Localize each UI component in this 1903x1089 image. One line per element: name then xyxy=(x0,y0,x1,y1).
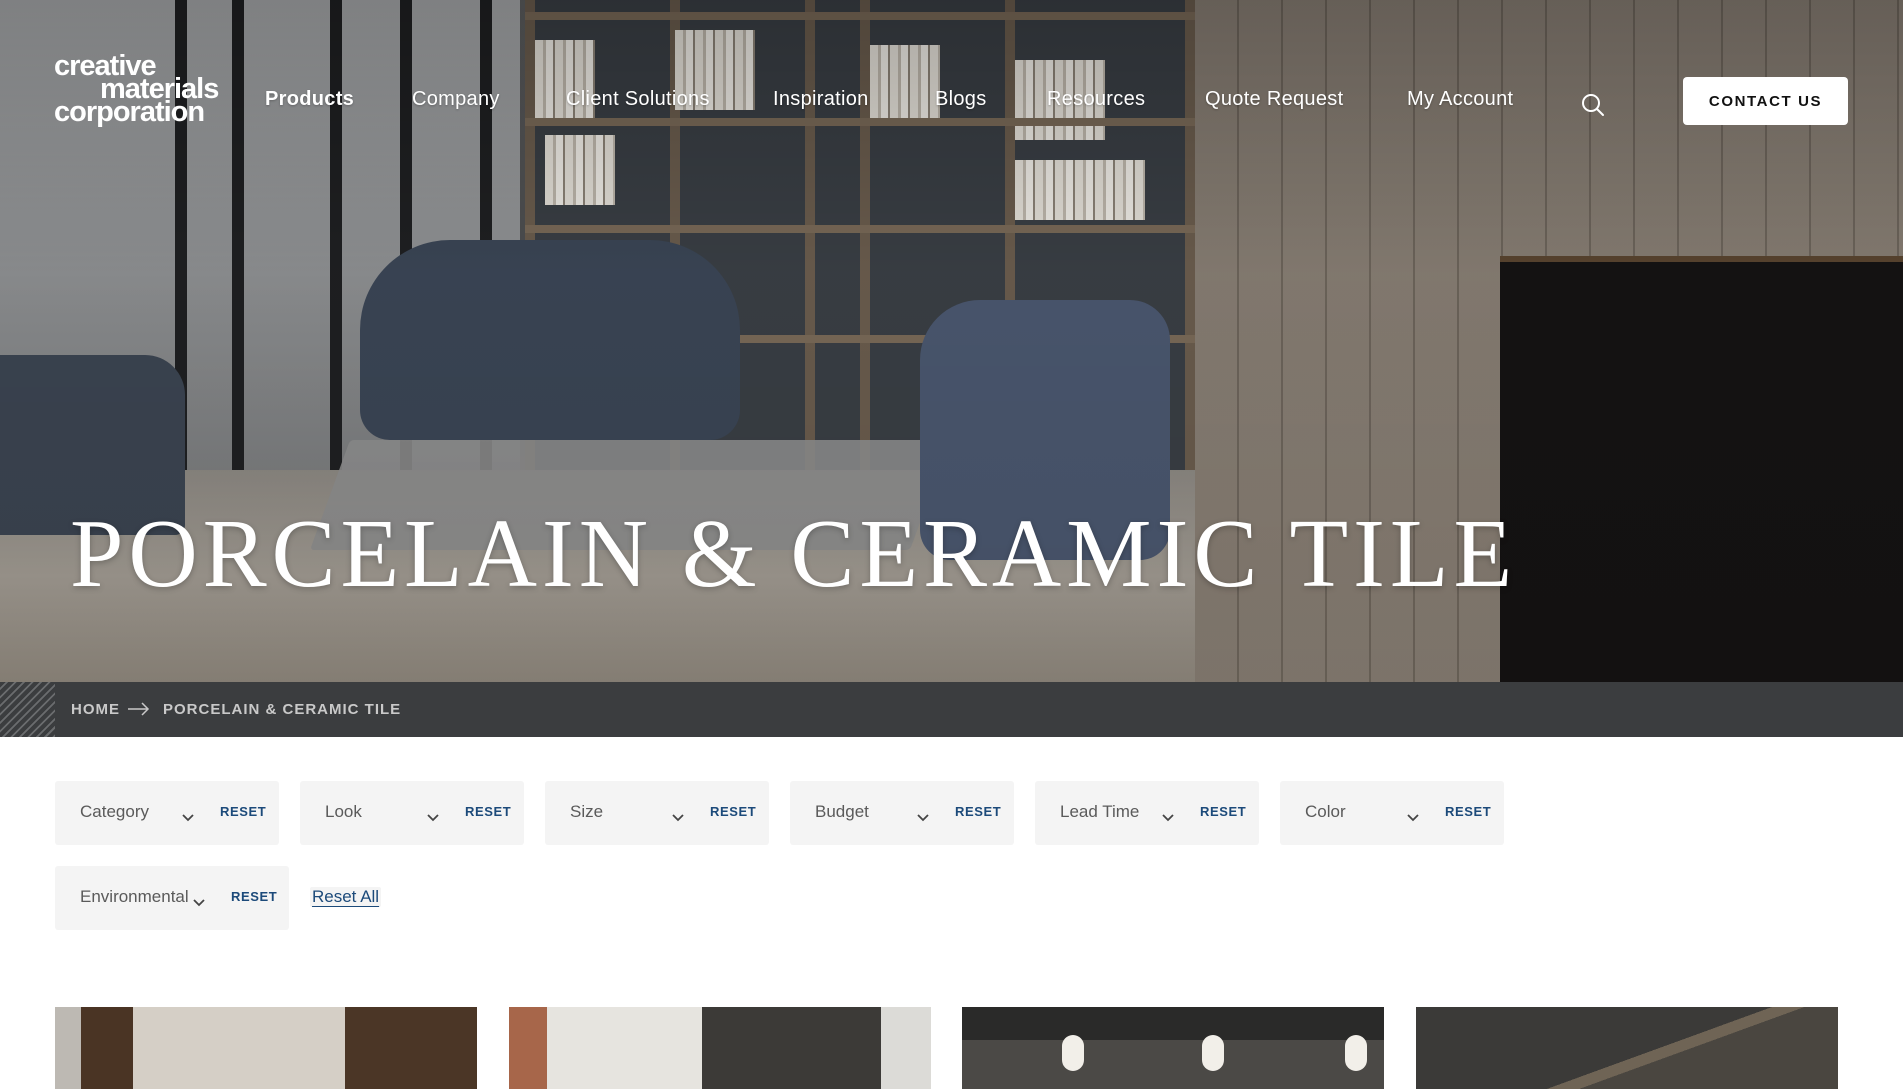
filter-label[interactable]: Look xyxy=(325,802,362,822)
nav-item-quote-request[interactable]: Quote Request xyxy=(1205,88,1343,111)
chevron-down-icon[interactable] xyxy=(1162,809,1174,822)
breadcrumb-current: PORCELAIN & CERAMIC TILE xyxy=(163,701,402,718)
nav-item-company[interactable]: Company xyxy=(412,88,500,111)
page-title: PORCELAIN & CERAMIC TILE xyxy=(70,500,1518,608)
filter-label[interactable]: Size xyxy=(570,802,603,822)
filter-lead-time[interactable]: Lead Time RESET xyxy=(1035,781,1259,845)
chevron-down-icon[interactable] xyxy=(917,809,929,822)
pendant-lamp xyxy=(1202,1035,1224,1071)
filter-label[interactable]: Environmental xyxy=(80,887,189,907)
filter-environmental[interactable]: Environmental RESET xyxy=(55,866,289,930)
chevron-down-icon[interactable] xyxy=(427,809,439,822)
pendant-lamp xyxy=(1062,1035,1084,1071)
chevron-down-icon[interactable] xyxy=(672,809,684,822)
chevron-down-icon[interactable] xyxy=(1407,809,1419,822)
nav-item-client-solutions[interactable]: Client Solutions xyxy=(566,88,710,111)
filter-label[interactable]: Budget xyxy=(815,802,869,822)
filter-reset-button[interactable]: RESET xyxy=(710,804,756,819)
pendant-lamp xyxy=(1345,1035,1367,1071)
hatch-decoration xyxy=(0,682,55,737)
nav-item-inspiration[interactable]: Inspiration xyxy=(773,88,869,111)
product-card[interactable] xyxy=(962,1007,1384,1089)
product-card[interactable] xyxy=(55,1007,477,1089)
product-card[interactable] xyxy=(509,1007,931,1089)
filter-label[interactable]: Color xyxy=(1305,802,1346,822)
chevron-down-icon[interactable] xyxy=(182,809,194,822)
filter-size[interactable]: Size RESET xyxy=(545,781,769,845)
reset-all-link[interactable]: Reset All xyxy=(310,887,382,907)
breadcrumb: HOME PORCELAIN & CERAMIC TILE xyxy=(0,682,1903,737)
nav-item-products[interactable]: Products xyxy=(265,88,354,111)
nav-item-blogs[interactable]: Blogs xyxy=(935,88,987,111)
nav-item-my-account[interactable]: My Account xyxy=(1407,88,1513,111)
filter-reset-button[interactable]: RESET xyxy=(465,804,511,819)
search-icon[interactable] xyxy=(1580,92,1606,118)
filter-look[interactable]: Look RESET xyxy=(300,781,524,845)
breadcrumb-home[interactable]: HOME xyxy=(71,701,120,718)
chevron-down-icon[interactable] xyxy=(193,894,205,907)
filter-reset-button[interactable]: RESET xyxy=(231,889,277,904)
filter-reset-button[interactable]: RESET xyxy=(220,804,266,819)
filter-reset-button[interactable]: RESET xyxy=(955,804,1001,819)
filter-reset-button[interactable]: RESET xyxy=(1445,804,1491,819)
product-card[interactable] xyxy=(1416,1007,1838,1089)
filter-label[interactable]: Category xyxy=(80,802,149,822)
filter-budget[interactable]: Budget RESET xyxy=(790,781,1014,845)
arrow-right-icon xyxy=(128,702,150,716)
contact-us-button[interactable]: CONTACT US xyxy=(1683,77,1848,125)
filter-reset-button[interactable]: RESET xyxy=(1200,804,1246,819)
filter-color[interactable]: Color RESET xyxy=(1280,781,1504,845)
logo[interactable]: creative materials corporation xyxy=(54,52,234,127)
nav-item-resources[interactable]: Resources xyxy=(1047,88,1145,111)
filter-label[interactable]: Lead Time xyxy=(1060,802,1139,822)
filter-category[interactable]: Category RESET xyxy=(55,781,279,845)
